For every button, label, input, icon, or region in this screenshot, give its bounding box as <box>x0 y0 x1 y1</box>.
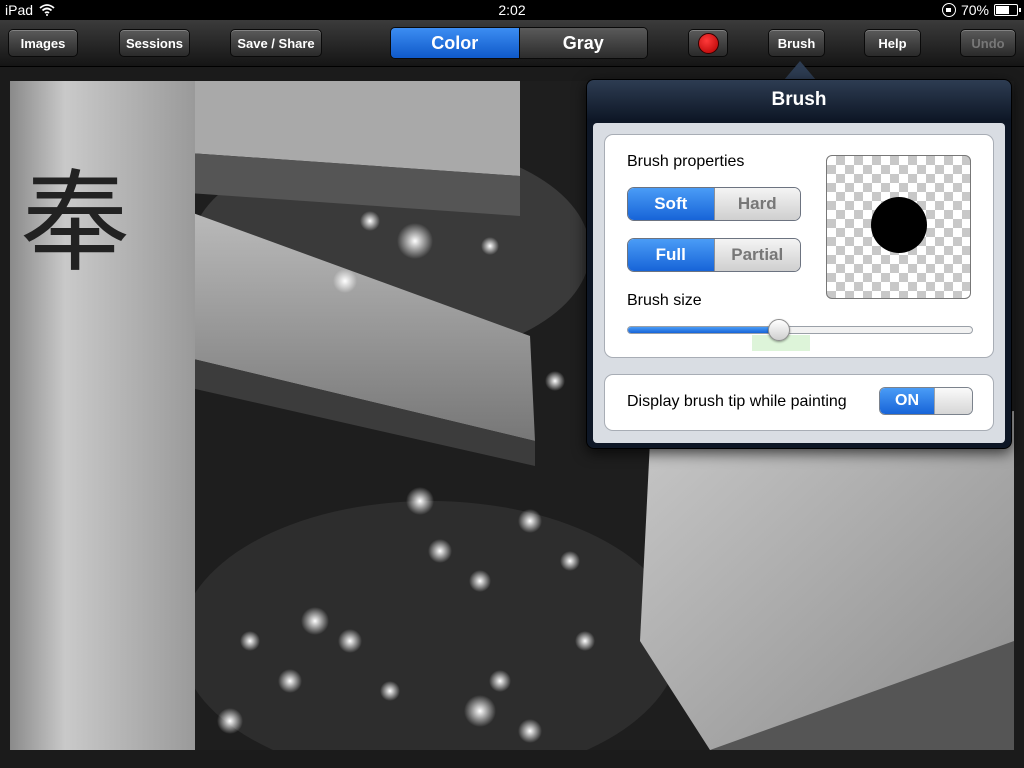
sessions-button[interactable]: Sessions <box>119 29 190 57</box>
coverage-segmented-control[interactable]: Full Partial <box>627 238 801 272</box>
gray-mode-button[interactable]: Gray <box>518 28 647 58</box>
brush-tip-preview <box>871 197 927 253</box>
save-share-button[interactable]: Save / Share <box>230 29 322 57</box>
svg-text:奉: 奉 <box>20 159 130 287</box>
soft-option[interactable]: Soft <box>628 188 714 220</box>
slider-fill <box>628 327 780 333</box>
current-color-swatch <box>697 32 719 54</box>
hardness-segmented-control[interactable]: Soft Hard <box>627 187 801 221</box>
clock: 2:02 <box>498 2 526 18</box>
images-button[interactable]: Images <box>8 29 78 57</box>
full-option[interactable]: Full <box>628 239 714 271</box>
popover-arrow <box>784 61 816 80</box>
brush-button[interactable]: Brush <box>768 29 825 57</box>
popover-title: Brush <box>771 89 827 110</box>
color-picker-button[interactable] <box>688 29 728 57</box>
hard-option[interactable]: Hard <box>713 188 800 220</box>
color-mode-button[interactable]: Color <box>391 28 519 58</box>
color-mode-segmented-control[interactable]: Color Gray <box>390 27 648 59</box>
brush-size-label: Brush size <box>627 292 702 309</box>
display-tip-label: Display brush tip while painting <box>627 393 847 410</box>
display-tip-toggle[interactable]: ON <box>879 387 973 415</box>
battery-icon <box>994 4 1021 16</box>
help-button[interactable]: Help <box>864 29 921 57</box>
battery-percent: 70% <box>960 2 989 18</box>
brush-size-slider[interactable] <box>627 326 973 334</box>
toggle-knob <box>934 388 972 414</box>
brush-preview <box>826 155 971 299</box>
toggle-on-label: ON <box>880 388 934 414</box>
status-bar: iPad 2:02 70% <box>0 0 1024 20</box>
toolbar: Images Sessions Save / Share Color Gray … <box>0 20 1024 67</box>
undo-button[interactable]: Undo <box>960 29 1016 57</box>
rotation-lock-icon <box>941 3 956 17</box>
brush-properties-label: Brush properties <box>627 153 745 170</box>
partial-option[interactable]: Partial <box>713 239 800 271</box>
